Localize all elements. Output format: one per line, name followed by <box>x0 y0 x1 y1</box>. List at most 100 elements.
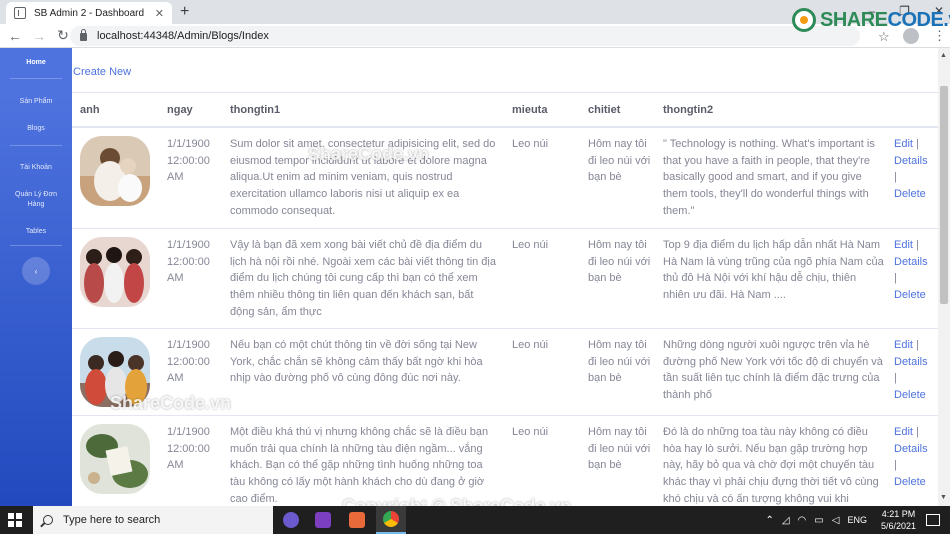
sidebar-divider <box>10 145 62 146</box>
edit-link[interactable]: Edit <box>894 339 913 351</box>
delete-link[interactable]: Delete <box>894 188 926 200</box>
sidebar-item-orders[interactable]: Quản Lý Đơn Hàng <box>0 190 72 210</box>
chrome-icon <box>383 511 399 527</box>
url-text: localhost:44348/Admin/Blogs/Index <box>97 30 269 42</box>
edit-link[interactable]: Edit <box>894 239 913 251</box>
details-link[interactable]: Details <box>894 155 928 167</box>
row-actions: Edit | Details | Delete <box>894 339 928 402</box>
mieuta-cell: Leo núi <box>512 339 549 351</box>
main-content: Create New anh ngay thongtin1 mieuta chi… <box>72 48 938 506</box>
wifi-icon[interactable]: ◠ <box>798 515 807 526</box>
blog-photo <box>80 424 150 494</box>
sidebar-item-accounts[interactable]: Tài Khoản <box>0 163 72 173</box>
delete-link[interactable]: Delete <box>894 289 926 301</box>
thongtin2-cell: Những dòng người xuôi ngược trên vỉa hè … <box>663 339 883 402</box>
date-cell: 1/1/1900 12:00:00 AM <box>167 138 210 184</box>
terminal-app-icon <box>283 512 299 528</box>
taskbar-search-field[interactable]: Type here to search <box>33 506 273 534</box>
logo-text: SHARECODE.vn <box>820 8 950 31</box>
chitiet-cell: Hôm nay tôi đi leo núi với bạn bè <box>588 339 651 385</box>
scroll-up-icon[interactable]: ▲ <box>940 52 947 59</box>
date-cell: 1/1/1900 12:00:00 AM <box>167 339 210 385</box>
header-thongtin2: thongtin2 <box>663 104 714 116</box>
header-thongtin1: thongtin1 <box>230 104 281 116</box>
sidebar-item-home[interactable]: Home <box>0 58 72 68</box>
search-placeholder: Type here to search <box>63 514 161 526</box>
lock-icon[interactable] <box>80 29 87 41</box>
blog-photo <box>80 337 150 407</box>
edit-link[interactable]: Edit <box>894 426 913 438</box>
volume-icon[interactable]: ◁ <box>832 515 840 526</box>
close-tab-icon[interactable]: ✕ <box>155 7 164 20</box>
header-chitiet: chitiet <box>588 104 621 116</box>
thongtin2-cell: Top 9 địa điểm du lịch hấp dẫn nhất Hà N… <box>663 239 884 302</box>
chevron-up-icon[interactable]: ⌃ <box>765 515 773 526</box>
scroll-thumb[interactable] <box>940 86 948 304</box>
forward-arrow-icon[interactable]: → <box>27 28 51 44</box>
details-link[interactable]: Details <box>894 443 928 455</box>
url-field[interactable]: localhost:44348/Admin/Blogs/Index <box>70 26 860 46</box>
row-actions: Edit | Details | Delete <box>894 426 928 489</box>
mieuta-cell: Leo núi <box>512 138 549 150</box>
sidebar-item-products[interactable]: Sản Phẩm <box>0 97 72 107</box>
logo-mark-icon <box>792 8 816 32</box>
chitiet-cell: Hôm nay tôi đi leo núi với bạn bè <box>588 239 651 285</box>
delete-link[interactable]: Delete <box>894 476 926 488</box>
blog-photo <box>80 237 150 307</box>
thongtin2-cell: Đó là do những toa tàu này không có điều… <box>663 426 879 505</box>
taskbar-app-chrome[interactable] <box>376 506 406 534</box>
thongtin2-cell: " Technology is nothing. What's importan… <box>663 138 875 217</box>
page-scrollbar[interactable]: ▲ ▼ <box>938 48 950 506</box>
paint-app-icon <box>349 512 365 528</box>
thongtin1-cell: Một điều khá thú vị nhưng không chắc sẽ … <box>230 426 489 505</box>
clock-time: 4:21 PM <box>881 509 916 519</box>
windows-taskbar: Type here to search ⌃ ◿ ◠ ▭ ◁ ENG 4:21 P… <box>0 506 950 534</box>
battery-icon[interactable]: ▭ <box>814 515 823 526</box>
header-mieuta: mieuta <box>512 104 548 116</box>
thongtin1-cell: Vậy là bạn đã xem xong bài viết chủ đề đ… <box>230 239 496 318</box>
details-link[interactable]: Details <box>894 256 928 268</box>
sidebar-divider <box>10 245 62 246</box>
table-row: 1/1/1900 12:00:00 AM Một điều khá thú vị… <box>72 416 938 506</box>
create-new-link[interactable]: Create New <box>73 66 131 78</box>
language-indicator[interactable]: ENG <box>847 515 867 525</box>
taskbar-app-terminal[interactable] <box>276 506 306 534</box>
mieuta-cell: Leo núi <box>512 426 549 438</box>
sidebar: Home Sản Phẩm Blogs Tài Khoản Quản Lý Đơ… <box>0 48 72 506</box>
page-favicon-icon <box>14 7 26 19</box>
row-actions: Edit | Details | Delete <box>894 239 928 302</box>
header-anh: anh <box>80 104 100 116</box>
sidebar-item-tables[interactable]: Tables <box>0 227 72 237</box>
sidebar-divider <box>10 78 62 79</box>
table-row: 1/1/1900 12:00:00 AM Vậy là bạn đã xem x… <box>72 229 938 329</box>
thongtin1-cell: Sum dolor sit amet, consectetur adipisic… <box>230 138 496 217</box>
chitiet-cell: Hôm nay tôi đi leo núi với bạn bè <box>588 138 651 184</box>
back-arrow-icon[interactable]: ← <box>3 28 27 44</box>
taskbar-clock[interactable]: 4:21 PM 5/6/2021 <box>881 508 916 532</box>
edit-link[interactable]: Edit <box>894 138 913 150</box>
windows-start-icon[interactable] <box>8 513 22 527</box>
delete-link[interactable]: Delete <box>894 389 926 401</box>
network-icon[interactable]: ◿ <box>782 515 790 526</box>
thongtin1-cell: Nếu bạn có một chút thông tin về đời sốn… <box>230 339 483 385</box>
clock-date: 5/6/2021 <box>880 521 916 531</box>
taskbar-app-visual-studio[interactable] <box>308 506 338 534</box>
system-tray: ⌃ ◿ ◠ ▭ ◁ ENG 4:21 PM 5/6/2021 <box>761 506 950 534</box>
notification-icon[interactable] <box>926 514 940 526</box>
search-icon <box>43 515 53 525</box>
taskbar-app-paint[interactable] <box>342 506 372 534</box>
tab-title: SB Admin 2 - Dashboard <box>34 7 145 19</box>
date-cell: 1/1/1900 12:00:00 AM <box>167 239 210 285</box>
row-actions: Edit | Details | Delete <box>894 138 928 201</box>
sidebar-toggle-button[interactable]: ‹ <box>22 257 50 285</box>
sidebar-item-blogs[interactable]: Blogs <box>0 124 72 134</box>
scroll-down-icon[interactable]: ▼ <box>940 494 947 501</box>
chitiet-cell: Hôm nay tôi đi leo núi với bạn bè <box>588 426 651 472</box>
mieuta-cell: Leo núi <box>512 239 549 251</box>
browser-tab[interactable]: SB Admin 2 - Dashboard ✕ <box>6 2 172 24</box>
table-row: 1/1/1900 12:00:00 AM Sum dolor sit amet,… <box>72 128 938 229</box>
new-tab-button[interactable]: + <box>180 3 189 21</box>
visual-studio-icon <box>315 512 331 528</box>
sharecode-logo: SHARECODE.vn <box>792 8 950 32</box>
details-link[interactable]: Details <box>894 356 928 368</box>
